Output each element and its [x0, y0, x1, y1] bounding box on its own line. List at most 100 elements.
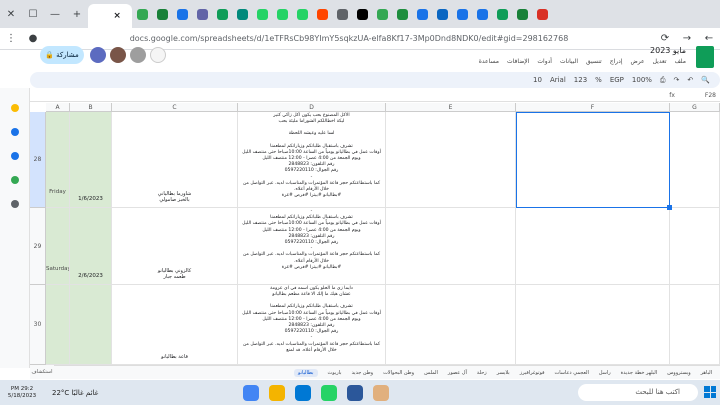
sheet-tab[interactable]: بطاليانو — [294, 368, 318, 377]
cell-d[interactable]: دايما زي ما الحلو يكون اسمه في اي عزومة ع… — [238, 285, 386, 365]
redo-icon[interactable]: ↷ — [674, 76, 680, 84]
selected-cell-f28[interactable] — [516, 112, 672, 210]
column-header-d[interactable]: D — [238, 103, 386, 112]
browser-tab[interactable]: × — [88, 4, 132, 28]
browser-tab[interactable] — [312, 0, 332, 28]
font-select[interactable]: Arial — [550, 76, 566, 84]
column-header-c[interactable]: C — [112, 103, 238, 112]
menu-item[interactable]: عرض — [630, 58, 644, 65]
currency-button[interactable]: EGP — [610, 76, 624, 84]
contacts-icon[interactable] — [10, 152, 19, 160]
cell-d[interactable]: - تشرف باستقبال طلباتكم وزياراتكم لمطعمنا… — [238, 208, 386, 285]
sheets-logo-icon[interactable] — [696, 46, 714, 68]
weather-widget[interactable]: 22°C غائم غالبًا — [52, 389, 98, 397]
browser-tab[interactable] — [232, 0, 252, 28]
browser-tab[interactable] — [512, 0, 532, 28]
keep-icon[interactable] — [10, 104, 19, 112]
sheet-tab[interactable]: وطن جديد — [352, 370, 374, 376]
doc-title[interactable]: مايو 2023 — [650, 46, 686, 55]
cell-c[interactable]: شاورما بطالياني بالخبز صامولي — [112, 112, 238, 208]
browser-tab[interactable] — [152, 0, 172, 28]
cell-d[interactable]: الاكل المصنوع بحب يكون اكل زاكي كتير ليكة… — [238, 112, 386, 208]
chrome-taskbar-icon[interactable] — [243, 384, 260, 401]
browser-tab[interactable] — [272, 0, 292, 28]
cell-g[interactable] — [670, 285, 720, 365]
comment-history-icon[interactable] — [150, 47, 166, 63]
browser-tab[interactable] — [532, 0, 552, 28]
cell-f[interactable] — [516, 285, 670, 365]
font-size-field[interactable]: 10 — [533, 76, 542, 84]
share-button[interactable]: 🔒 مشاركة — [40, 46, 84, 64]
column-header-b[interactable]: B — [70, 103, 112, 112]
cell-e[interactable] — [386, 208, 516, 285]
cell-c[interactable]: قاعة بطاليانو — [112, 285, 238, 365]
browser-tab[interactable] — [472, 0, 492, 28]
file-explorer-icon[interactable] — [269, 384, 286, 401]
search-menus-icon[interactable]: 🔍 — [701, 76, 710, 84]
row-header[interactable]: 30 — [30, 285, 46, 365]
cell-c[interactable]: كالزوني بطاليانو طعمه جبار — [112, 208, 238, 285]
row-header[interactable]: 29 — [30, 208, 46, 285]
menu-dots-icon[interactable]: ⋮ — [0, 25, 22, 53]
cell-f[interactable] — [516, 208, 670, 285]
browser-tab[interactable] — [252, 0, 272, 28]
cell-a[interactable]: Friday — [46, 112, 70, 208]
zoom-select[interactable]: 100% — [632, 76, 652, 84]
cell-b[interactable] — [70, 285, 112, 365]
fill-handle[interactable] — [667, 205, 672, 210]
taskbar-search[interactable]: اكتب هنا للبحث — [578, 384, 698, 401]
cell-e[interactable] — [386, 285, 516, 365]
sheet-tab[interactable]: راسل — [599, 370, 611, 376]
cell-b[interactable]: 2/6/2023 — [70, 208, 112, 285]
browser-tab[interactable] — [452, 0, 472, 28]
maps-icon[interactable] — [10, 176, 19, 184]
sheet-tab[interactable]: باريوث — [328, 370, 342, 376]
menu-item[interactable]: البيانات — [560, 58, 578, 65]
sheet-tab[interactable]: وطن البحوالات — [383, 370, 414, 376]
name-box[interactable]: F28 — [705, 92, 716, 99]
sheet-tab[interactable]: بلايسر — [497, 370, 510, 376]
menu-item[interactable]: تعديل — [653, 58, 667, 65]
browser-tab[interactable] — [212, 0, 232, 28]
sheet-tab[interactable]: العجمي دعاسات — [555, 370, 589, 376]
browser-tab[interactable] — [492, 0, 512, 28]
app-taskbar-icon[interactable] — [373, 384, 390, 401]
browser-tab[interactable] — [352, 0, 372, 28]
menu-item[interactable]: الإضافات — [507, 58, 529, 65]
browser-tab[interactable] — [412, 0, 432, 28]
spreadsheet-grid[interactable]: دايما زي ما الحلو يكون اسمه في اي عزومة ع… — [30, 103, 720, 365]
browser-tab[interactable] — [392, 0, 412, 28]
number-format-button[interactable]: 123 — [574, 76, 587, 84]
menu-item[interactable]: تنسيق — [586, 58, 602, 65]
cell-g[interactable] — [670, 112, 720, 208]
user-avatar[interactable] — [90, 47, 106, 63]
column-header-f[interactable]: F — [516, 103, 670, 112]
sheet-tab[interactable]: آل عصور — [448, 370, 467, 376]
menu-item[interactable]: أدوات — [537, 58, 552, 65]
cell-e[interactable] — [386, 112, 516, 208]
column-header-a[interactable]: A — [46, 103, 70, 112]
cell-a[interactable]: Saturday — [46, 208, 70, 285]
explore-button[interactable]: استكشاف — [30, 365, 54, 379]
browser-tab[interactable] — [172, 0, 192, 28]
close-tab-icon[interactable]: × — [113, 11, 121, 21]
cell-g[interactable] — [670, 208, 720, 285]
sheet-tab[interactable]: الملس — [424, 370, 438, 376]
taskbar-clock[interactable]: PM 29:2 5/18/2023 — [0, 386, 44, 400]
edge-icon[interactable] — [295, 384, 312, 401]
add-on-icon[interactable] — [10, 200, 19, 208]
whatsapp-icon[interactable] — [321, 384, 338, 401]
windows-start-icon[interactable] — [704, 386, 716, 398]
browser-tab[interactable] — [292, 0, 312, 28]
browser-tab[interactable] — [132, 0, 152, 28]
column-header-e[interactable]: E — [386, 103, 516, 112]
cell-b[interactable]: 1/6/2023 — [70, 112, 112, 208]
new-tab-icon[interactable]: + — [66, 0, 88, 28]
formula-bar[interactable]: fx F28 — [30, 90, 720, 102]
tasks-icon[interactable] — [10, 128, 19, 136]
browser-tab[interactable] — [372, 0, 392, 28]
percent-button[interactable]: % — [595, 76, 602, 84]
menu-item[interactable]: إدراج — [610, 58, 623, 65]
sheet-tab[interactable]: ويسترووس — [667, 370, 690, 376]
undo-icon[interactable]: ↶ — [687, 76, 693, 84]
